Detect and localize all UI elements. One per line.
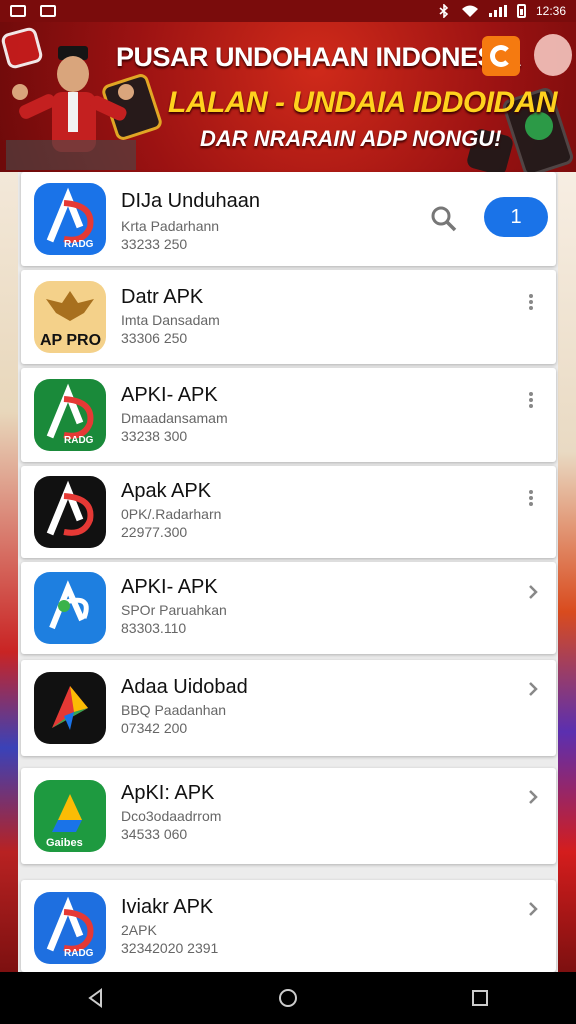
brand-logo-icon — [482, 36, 520, 76]
app-name: APKI- APK — [121, 384, 218, 406]
app-name: DIJa Unduhaan — [121, 190, 260, 212]
decorative-strip-left — [0, 172, 18, 972]
notification-icon — [10, 5, 26, 17]
search-icon[interactable] — [430, 205, 458, 233]
chevron-right-icon[interactable] — [526, 900, 540, 918]
app-name: APKI- APK — [121, 576, 218, 598]
app-name: Iviakr APK — [121, 896, 214, 918]
app-name: Datr APK — [121, 286, 204, 308]
app-card[interactable]: Adaa Uidobad BBQ Paadanhan 07342 200 — [21, 660, 556, 756]
adp-dark-icon — [34, 476, 106, 548]
recents-icon — [472, 990, 488, 1006]
install-button[interactable]: 1 — [484, 197, 548, 237]
app-size: 33238 300 — [121, 428, 188, 444]
bluetooth-icon — [439, 4, 449, 18]
app-size: 33306 250 — [121, 330, 188, 346]
app-name: Apak APK — [121, 480, 212, 502]
adp-green-icon: RADG — [34, 379, 106, 451]
app-list: RADG DIJa Unduhaan Krta Padarhann 33233 … — [18, 172, 558, 972]
app-developer: Dco3odaadrrom — [121, 808, 222, 824]
more-options-icon[interactable] — [524, 487, 538, 509]
adp-blue2-icon: RADG — [34, 892, 106, 964]
app-name: ApKI: APK — [121, 782, 215, 804]
svg-text:RADG: RADG — [64, 239, 94, 250]
banner-tagline: DAR NRARAIN ADP NONGU! — [200, 126, 502, 151]
app-size: 34533 060 — [121, 826, 188, 842]
svg-text:RADG: RADG — [64, 435, 94, 446]
status-time: 12:36 — [535, 4, 566, 18]
battery-icon — [516, 4, 526, 18]
app-developer: Dmaadansamam — [121, 410, 228, 426]
status-bar: 12:36 — [0, 0, 576, 22]
system-nav-bar — [0, 972, 576, 1024]
chevron-right-icon[interactable] — [526, 788, 540, 806]
adp-blue-icon — [34, 572, 106, 644]
app-icon-text: Gaibes — [46, 837, 83, 849]
banner-subtitle: LALAN - UNDAIA IDDOIDAN — [168, 86, 558, 119]
promo-banner[interactable]: PUSAR UNDOHAAN INDONESIA LALAN - UNDAIA … — [0, 22, 576, 172]
app-icon-text: AP PRO — [40, 332, 101, 349]
screenshot-icon — [40, 5, 56, 17]
app-card[interactable]: APKI- APK SPOr Paruahkan 83303.110 — [21, 562, 556, 654]
recents-button[interactable] — [460, 978, 500, 1018]
app-developer: BBQ Paadanhan — [121, 702, 227, 718]
app-size: 07342 200 — [121, 720, 188, 736]
home-icon — [279, 989, 297, 1007]
app-card[interactable]: RADG DIJa Unduhaan Krta Padarhann 33233 … — [21, 172, 556, 266]
more-options-icon[interactable] — [524, 291, 538, 313]
app-developer: Krta Padarhann — [121, 218, 220, 234]
back-icon — [88, 988, 102, 1008]
app-card[interactable]: RADG Iviakr APK 2APK 32342020 2391 — [21, 880, 556, 972]
emoji-icon — [534, 34, 572, 76]
signal-icon — [488, 5, 507, 17]
app-developer: Imta Dansadam — [121, 312, 220, 328]
banner-title: PUSAR UNDOHAAN INDONESIA — [116, 42, 522, 72]
app-developer: 0PK/.Radarharn — [121, 506, 222, 522]
app-developer: SPOr Paruahkan — [121, 602, 227, 618]
home-button[interactable] — [268, 978, 308, 1018]
drive-icon: Gaibes — [34, 780, 106, 852]
app-card[interactable]: Gaibes ApKI: APK Dco3odaadrrom 34533 060 — [21, 768, 556, 864]
svg-text:RADG: RADG — [64, 948, 94, 959]
app-developer: 2APK — [121, 922, 157, 938]
app-size: 32342020 2391 — [121, 940, 219, 956]
wifi-icon — [461, 5, 478, 17]
app-size: 83303.110 — [121, 620, 187, 636]
more-options-icon[interactable] — [524, 389, 538, 411]
app-size: 22977.300 — [121, 524, 188, 540]
chevron-right-icon[interactable] — [526, 583, 540, 601]
chevron-right-icon[interactable] — [526, 680, 540, 698]
app-name: Adaa Uidobad — [121, 676, 248, 698]
decorative-strip-right — [558, 172, 576, 972]
app-card[interactable]: Apak APK 0PK/.Radarharn 22977.300 — [21, 466, 556, 558]
back-button[interactable] — [76, 978, 116, 1018]
app-card[interactable]: AP PRO Datr APK Imta Dansadam 33306 250 — [21, 270, 556, 364]
adp-icon: RADG — [34, 183, 106, 255]
app-card[interactable]: RADG APKI- APK Dmaadansamam 33238 300 — [21, 368, 556, 462]
garuda-icon: AP PRO — [34, 281, 106, 353]
play-icon — [34, 672, 106, 744]
app-size: 33233 250 — [121, 236, 188, 252]
